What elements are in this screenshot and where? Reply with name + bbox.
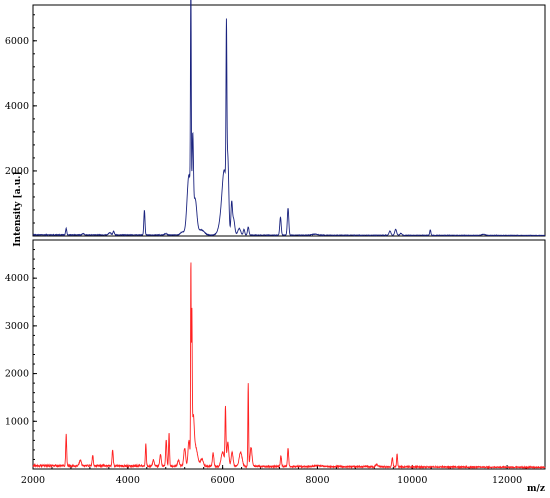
plot-frame: [32, 4, 546, 237]
top-spectrum-panel: 200040006000: [5, 0, 546, 237]
y-tick-label: 4000: [5, 101, 29, 112]
x-axis-title: m/z: [527, 484, 545, 494]
x-tick-label: 8000: [305, 475, 329, 486]
spectrum-line: [32, 262, 546, 470]
x-tick-label: 6000: [211, 475, 235, 486]
y-tick-label: 6000: [5, 36, 29, 47]
y-tick-label: 2000: [5, 369, 29, 380]
x-tick-label: 10000: [397, 475, 427, 486]
x-tick-label: 4000: [116, 475, 140, 486]
x-tick-label: 2000: [21, 475, 45, 486]
bottom-spectrum-panel: 1000 2000 3000 4000 2000 4000 6000 8000 10000 120…: [5, 239, 546, 486]
y-axis-title: Intensity [a.u.]: [13, 171, 23, 246]
y-tick-label: 4000: [5, 273, 29, 284]
plot-frame: [32, 239, 546, 470]
x-tick-label: 12000: [492, 475, 522, 486]
y-tick-label: 1000: [5, 416, 29, 427]
y-tick-label: 3000: [5, 321, 29, 332]
spectrum-line: [32, 0, 546, 237]
mass-spectra-chart: 2000 4000 6000 1000 2000 3000 4000 2000 4000 600…: [5, 0, 546, 494]
